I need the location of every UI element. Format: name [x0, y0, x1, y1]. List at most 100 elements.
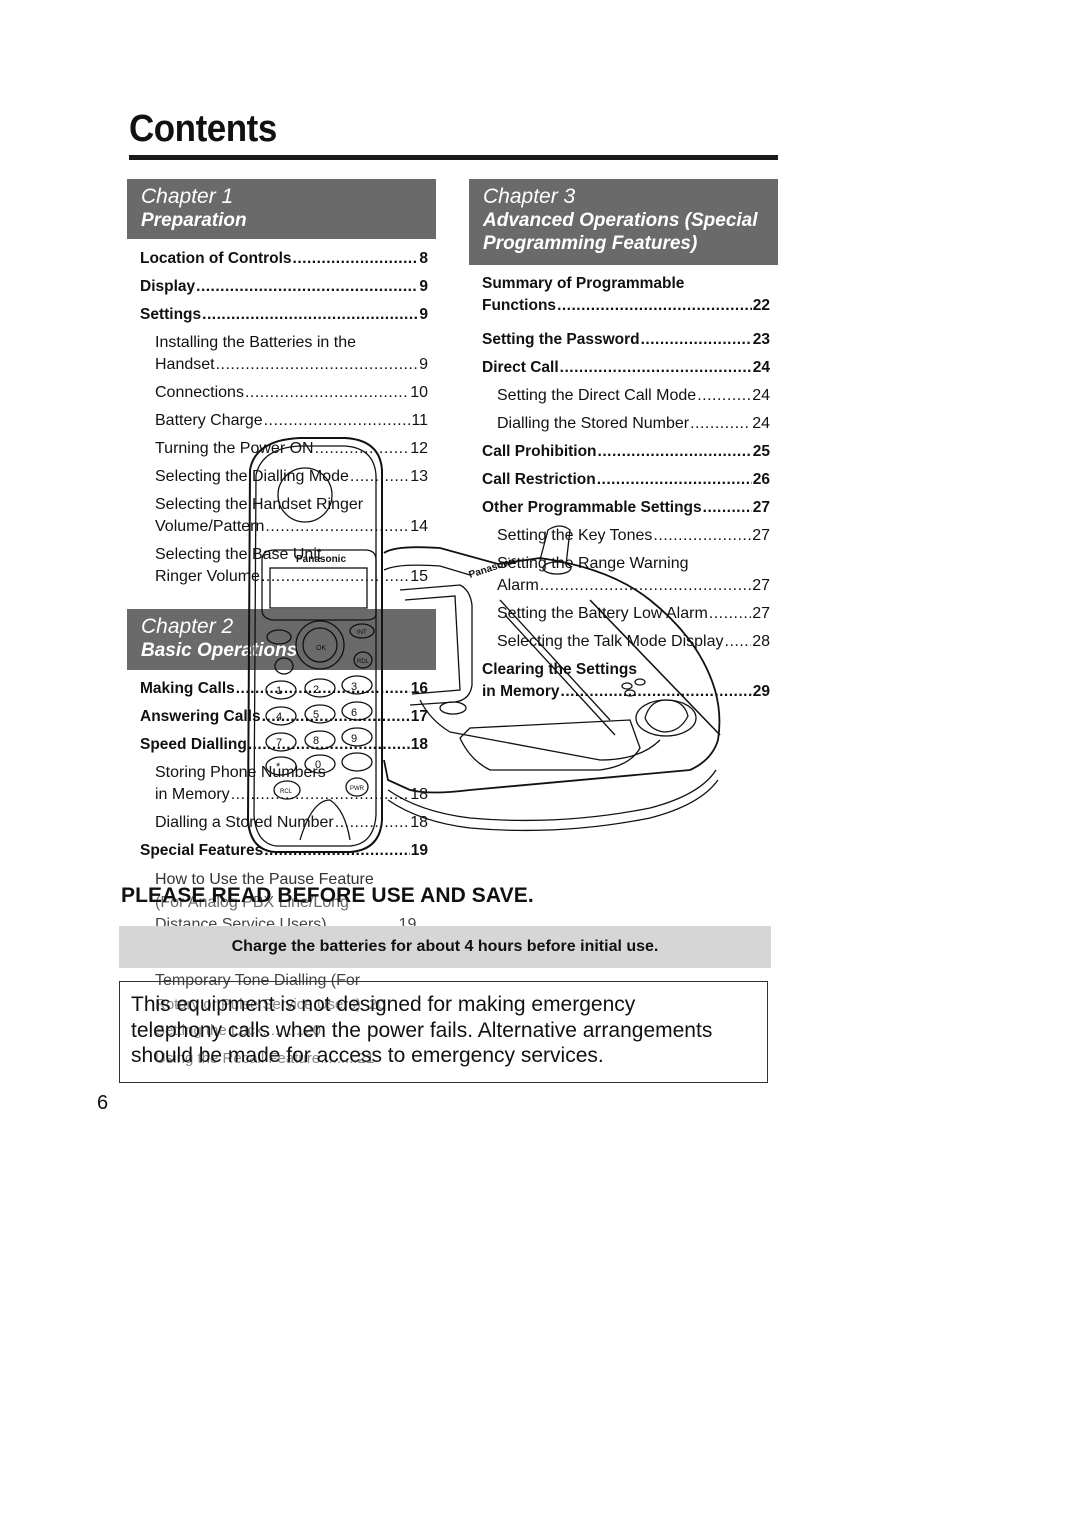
- toc-page: 24: [752, 387, 770, 404]
- toc-label: Answering Calls: [140, 708, 261, 725]
- emergency-notice-line: This equipment is not designed for makin…: [131, 993, 636, 1016]
- toc-page: 27: [752, 577, 770, 594]
- toc-page: 8: [419, 250, 428, 267]
- toc-page: 9: [419, 278, 428, 295]
- toc-page: 10: [410, 384, 428, 401]
- toc-entry[interactable]: Direct Call 24: [482, 357, 770, 385]
- charge-batteries-note: Charge the batteries for about 4 hours b…: [119, 926, 771, 968]
- toc-page: 25: [752, 443, 770, 460]
- toc-label: Setting the Password: [482, 331, 640, 348]
- toc-entry[interactable]: Summary of Programmable Functions 22: [482, 273, 770, 329]
- toc-label: Turning the Power ON: [155, 440, 314, 457]
- toc-page: 19: [410, 842, 428, 859]
- toc-entry[interactable]: Answering Calls 17: [140, 706, 428, 734]
- toc-label-line1: Clearing the Settings: [482, 661, 638, 678]
- toc-label: in Memory: [482, 683, 560, 700]
- toc-page: 17: [410, 708, 428, 725]
- chapter-title-line1: Advanced Operations (Special: [483, 210, 758, 231]
- emergency-notice-box: This equipment is not designed for makin…: [119, 981, 768, 1083]
- toc-label: Ringer Volume: [155, 568, 260, 585]
- toc-entry[interactable]: Storing Phone Numbers in Memory 18: [140, 762, 428, 812]
- toc-label-line1: Setting the Range Warning: [497, 555, 689, 572]
- toc-entry[interactable]: Setting the Battery Low Alarm 27: [482, 603, 770, 631]
- chapter-3-toc: Summary of Programmable Functions 22 Setti…: [482, 273, 770, 709]
- chapter-number: Chapter 3: [483, 185, 576, 208]
- toc-label-line1: Summary of Programmable: [482, 275, 685, 292]
- toc-entry[interactable]: Clearing the Settings in Memory 29: [482, 659, 770, 709]
- toc-entry[interactable]: Location of Controls 8: [140, 248, 428, 276]
- toc-entry[interactable]: Setting the Password 23: [482, 329, 770, 357]
- toc-label: Alarm: [497, 577, 539, 594]
- toc-label: Other Programmable Settings: [482, 499, 702, 516]
- chapter-1-header: Chapter 1 Preparation: [127, 179, 436, 239]
- toc-entry[interactable]: Connections 10: [140, 382, 428, 410]
- toc-entry[interactable]: Making Calls 16: [140, 678, 428, 706]
- toc-label: Selecting the Talk Mode Display: [497, 633, 724, 650]
- page-number: 6: [97, 1092, 109, 1114]
- toc-entry[interactable]: Other Programmable Settings 27: [482, 497, 770, 525]
- chapter-2-header: Chapter 2 Basic Operations: [127, 609, 436, 670]
- toc-label: Call Restriction: [482, 471, 596, 488]
- toc-page: 18: [410, 814, 428, 831]
- toc-label: Display: [140, 278, 196, 295]
- toc-label: Location of Controls: [140, 250, 292, 267]
- toc-entry[interactable]: Call Prohibition 25: [482, 441, 770, 469]
- toc-entry[interactable]: Settings 9: [140, 304, 428, 332]
- toc-label-line1: Storing Phone Numbers: [155, 764, 326, 781]
- charge-note-text: Charge the batteries for about 4 hours b…: [231, 938, 659, 955]
- toc-label: Functions: [482, 297, 557, 314]
- toc-entry[interactable]: Battery Charge 11: [140, 410, 428, 438]
- chapter-title: Preparation: [141, 210, 247, 231]
- toc-entry[interactable]: Setting the Direct Call Mode 24: [482, 385, 770, 413]
- toc-page: 9: [419, 306, 428, 323]
- toc-page: 22: [752, 297, 770, 314]
- toc-label-line1: Installing the Batteries in the: [155, 334, 357, 351]
- toc-entry[interactable]: Selecting the Handset Ringer Volume/Patte…: [140, 494, 428, 544]
- read-before-use-heading: PLEASE READ BEFORE USE AND SAVE.: [121, 884, 534, 907]
- chapter-title-line2: Programming Features): [483, 233, 698, 254]
- toc-label: Direct Call: [482, 359, 559, 376]
- toc-label: Settings: [140, 306, 202, 323]
- emergency-notice-line: should be made for access to emergency s…: [131, 1044, 604, 1067]
- chapter-3-header: Chapter 3 Advanced Operations (Special P…: [469, 179, 778, 265]
- toc-entry[interactable]: Turning the Power ON 12: [140, 438, 428, 466]
- toc-label: Setting the Key Tones: [497, 527, 653, 544]
- toc-page: 27: [752, 527, 770, 544]
- toc-entry[interactable]: Setting the Range Warning Alarm 27: [482, 553, 770, 603]
- toc-entry[interactable]: Installing the Batteries in the Handset 9: [140, 332, 428, 382]
- toc-label: Dialling a Stored Number: [155, 814, 334, 831]
- toc-label: Selecting the Dialling Mode: [155, 468, 349, 485]
- toc-label: Connections: [155, 384, 244, 401]
- toc-label: Dialling the Stored Number: [497, 415, 690, 432]
- toc-label: Speed Dialling: [140, 736, 247, 753]
- toc-page: 9: [419, 356, 428, 373]
- toc-entry[interactable]: Dialling a Stored Number 18: [140, 812, 428, 840]
- toc-page: 13: [410, 468, 428, 485]
- toc-entry[interactable]: Special Features 19: [140, 840, 428, 868]
- chapter-2-toc: Making Calls 16 Answering Calls 17 Speed D…: [140, 678, 428, 868]
- toc-page: 29: [752, 683, 770, 700]
- toc-overflow-line: Distance Service Users) 19: [155, 916, 417, 926]
- toc-entry[interactable]: Call Restriction 26: [482, 469, 770, 497]
- page-title: Contents: [129, 108, 277, 150]
- toc-label: Volume/Pattern: [155, 518, 265, 535]
- toc-entry[interactable]: Selecting the Base Unit Ringer Volume 15: [140, 544, 428, 594]
- chapter-number: Chapter 2: [141, 615, 234, 638]
- title-rule: [129, 155, 778, 160]
- toc-label: Battery Charge: [155, 412, 263, 429]
- toc-label: Setting the Direct Call Mode: [497, 387, 697, 404]
- toc-page: 12: [410, 440, 428, 457]
- toc-entry[interactable]: Selecting the Talk Mode Display 28: [482, 631, 770, 659]
- toc-page: 15: [410, 568, 428, 585]
- toc-entry[interactable]: Selecting the Dialling Mode 13: [140, 466, 428, 494]
- toc-page: 27: [752, 499, 770, 516]
- toc-entry[interactable]: Display 9: [140, 276, 428, 304]
- toc-page: 28: [752, 633, 770, 650]
- toc-entry[interactable]: Dialling the Stored Number 24: [482, 413, 770, 441]
- toc-entry[interactable]: Speed Dialling 18: [140, 734, 428, 762]
- toc-entry[interactable]: Setting the Key Tones 27: [482, 525, 770, 553]
- toc-page: 18: [410, 736, 428, 753]
- toc-label-line1: Selecting the Handset Ringer: [155, 496, 364, 513]
- toc-page: 24: [752, 415, 770, 432]
- toc-page: 26: [752, 471, 770, 488]
